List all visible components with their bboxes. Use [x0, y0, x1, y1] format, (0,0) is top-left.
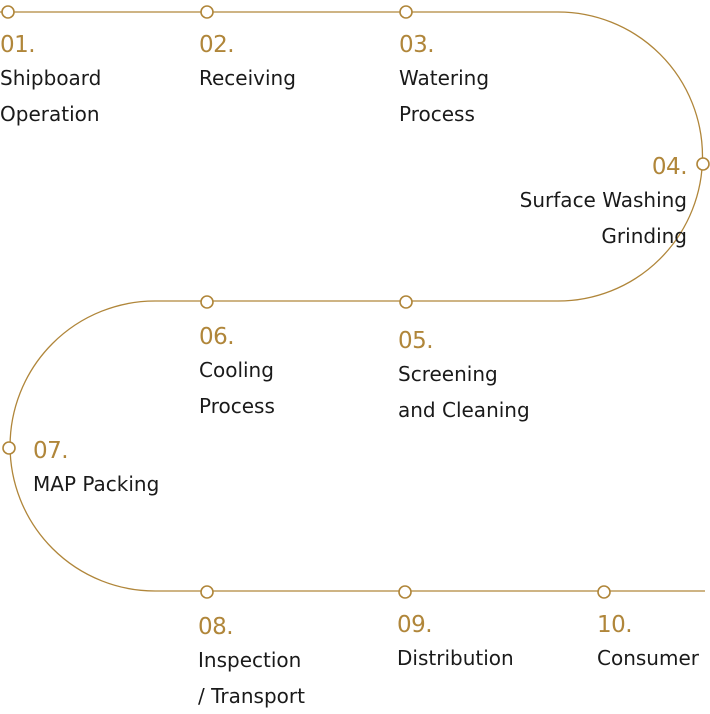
step-label: Surface Washing: [519, 188, 687, 212]
step-label: and Cleaning: [398, 398, 530, 422]
node-08: [200, 585, 214, 599]
step-number: 05.: [398, 328, 434, 354]
node-05: [399, 295, 413, 309]
step-label: Receiving: [199, 66, 296, 90]
step-label: Operation: [0, 102, 100, 126]
step-label: Shipboard: [0, 66, 102, 90]
node-02: [200, 5, 214, 19]
node-07: [2, 441, 16, 455]
step-number: 03.: [399, 32, 435, 58]
node-09: [398, 585, 412, 599]
node-03: [399, 5, 413, 19]
node-10: [597, 585, 611, 599]
step-label: MAP Packing: [33, 472, 160, 496]
step-number: 01.: [0, 32, 36, 58]
step-09: 09. Distribution: [397, 610, 514, 676]
step-number: 08.: [198, 614, 234, 640]
step-03: 03. Watering Process: [399, 30, 489, 132]
step-number: 02.: [199, 32, 235, 58]
step-label: Grinding: [601, 224, 687, 248]
step-08: 08. Inspection / Transport: [198, 612, 305, 714]
step-number: 09.: [397, 612, 433, 638]
node-04: [696, 157, 710, 171]
node-06: [200, 295, 214, 309]
step-10: 10. Consumer: [597, 610, 699, 676]
step-label: Inspection: [198, 648, 302, 672]
step-label: Screening: [398, 362, 498, 386]
step-06: 06. Cooling Process: [199, 322, 275, 424]
step-label: / Transport: [198, 684, 305, 708]
node-01: [1, 5, 15, 19]
step-number: 06.: [199, 324, 235, 350]
step-04: 04. Surface Washing Grinding: [519, 152, 688, 254]
step-number: 10.: [597, 612, 633, 638]
step-02: 02. Receiving: [199, 30, 296, 96]
step-label: Consumer: [597, 646, 699, 670]
process-path: [0, 5, 710, 599]
path-line: [0, 11, 705, 592]
step-label: Cooling: [199, 358, 274, 382]
step-label: Process: [399, 102, 475, 126]
step-01: 01. Shipboard Operation: [0, 30, 101, 132]
step-label: Distribution: [397, 646, 514, 670]
step-number: 07.: [33, 438, 69, 464]
step-label: Process: [199, 394, 275, 418]
step-05: 05. Screening and Cleaning: [398, 326, 530, 428]
step-number: 04.: [651, 154, 688, 180]
step-07: 07. MAP Packing: [33, 436, 159, 502]
step-label: Watering: [399, 66, 490, 90]
